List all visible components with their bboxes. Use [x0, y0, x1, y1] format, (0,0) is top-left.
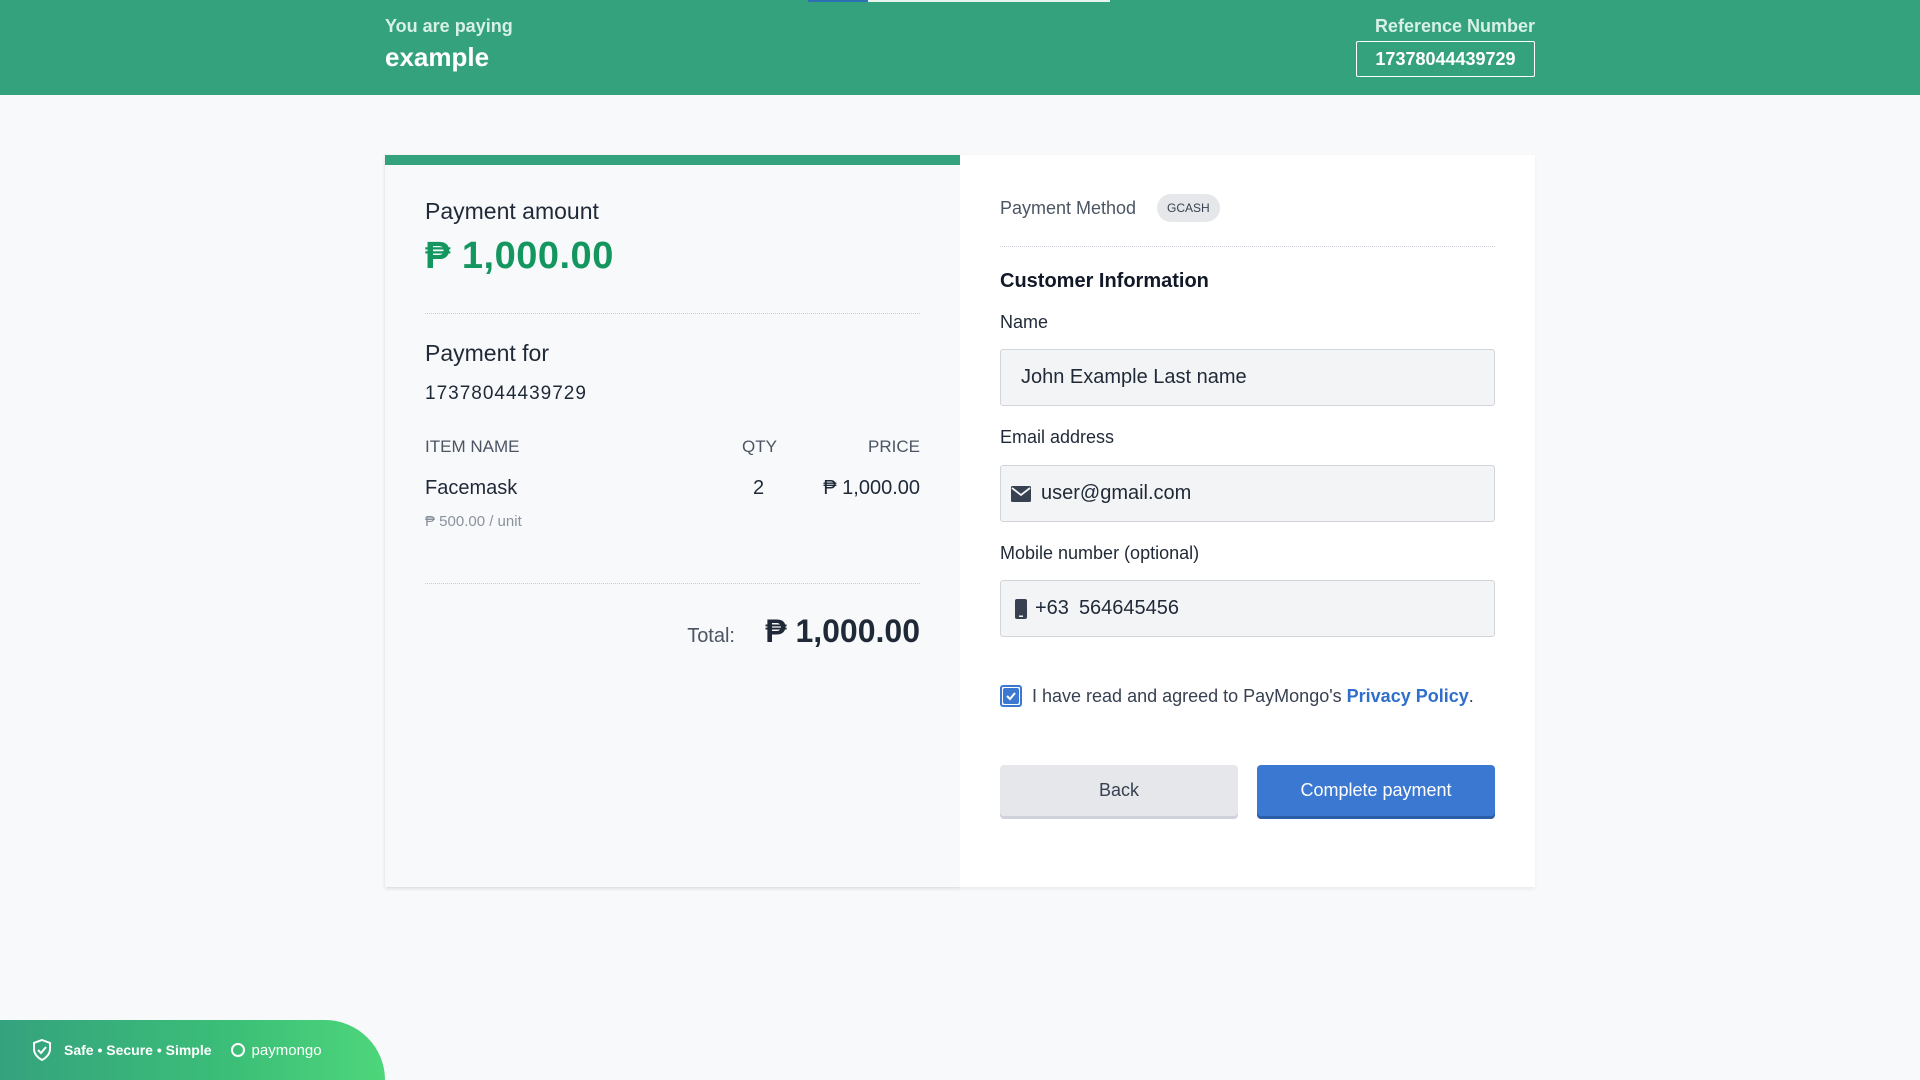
customer-form-panel: Payment Method GCASH Customer Informatio…	[960, 155, 1535, 887]
customer-info-title: Customer Information	[1000, 270, 1209, 292]
name-value: John Example Last name	[1021, 366, 1247, 388]
item-price: ₱ 1,000.00	[823, 477, 920, 499]
payment-for-value: 17378044439729	[425, 383, 587, 404]
total-label: Total:	[687, 625, 735, 647]
paymongo-logo: paymongo	[230, 1042, 322, 1059]
name-label: Name	[1000, 312, 1049, 332]
progress-track	[868, 0, 1110, 2]
mobile-prefix: +63	[1035, 597, 1069, 619]
brand-name: paymongo	[251, 1041, 322, 1059]
payment-summary-panel: Payment amount ₱ 1,000.00 Payment for 17…	[385, 155, 960, 887]
phone-icon	[1011, 598, 1031, 619]
checkout-card: Payment amount ₱ 1,000.00 Payment for 17…	[385, 155, 1535, 887]
payment-method-badge: GCASH	[1157, 194, 1220, 222]
header-bar: You are paying example Reference Number …	[0, 0, 1920, 95]
consent-text: I have read and agreed to PayMongo's Pri…	[1032, 686, 1474, 706]
security-badge: Safe • Secure • Simple paymongo	[0, 1020, 385, 1080]
name-input[interactable]: John Example Last name	[1000, 349, 1495, 406]
email-value: user@gmail.com	[1041, 482, 1192, 504]
merchant-name: example	[385, 42, 490, 72]
column-header-qty: QTY	[742, 437, 777, 456]
envelope-icon	[1011, 485, 1031, 502]
back-button[interactable]: Back	[1000, 765, 1238, 816]
payment-for-label: Payment for	[425, 340, 549, 366]
shield-icon	[32, 1039, 52, 1061]
mobile-input[interactable]: +63 564645456	[1000, 580, 1495, 637]
progress-accent	[808, 0, 868, 2]
payment-amount: ₱ 1,000.00	[425, 235, 614, 277]
email-label: Email address	[1000, 427, 1115, 447]
divider	[1000, 246, 1495, 247]
security-tagline: Safe • Secure • Simple	[64, 1042, 212, 1058]
privacy-checkbox[interactable]	[1000, 685, 1022, 707]
complete-payment-button[interactable]: Complete payment	[1257, 765, 1495, 816]
payment-method-label: Payment Method	[1000, 198, 1137, 218]
checkmark-icon	[1003, 688, 1019, 704]
paying-label: You are paying	[385, 16, 513, 36]
privacy-policy-link[interactable]: Privacy Policy	[1347, 686, 1469, 706]
column-header-price: PRICE	[868, 437, 920, 456]
mobile-value: 564645456	[1078, 597, 1180, 619]
reference-label: Reference Number	[1374, 16, 1535, 36]
item-qty: 2	[753, 477, 765, 499]
column-header-item: ITEM NAME	[425, 437, 520, 456]
divider	[425, 313, 920, 314]
item-unit-price: ₱ 500.00 / unit	[425, 513, 522, 530]
item-name: Facemask	[425, 477, 518, 499]
total-amount: ₱ 1,000.00	[765, 613, 920, 649]
divider	[425, 583, 920, 584]
mobile-label: Mobile number (optional)	[1000, 543, 1200, 563]
payment-amount-label: Payment amount	[425, 198, 599, 224]
email-input[interactable]: user@gmail.com	[1000, 465, 1495, 522]
reference-number: 17378044439729	[1356, 41, 1535, 77]
